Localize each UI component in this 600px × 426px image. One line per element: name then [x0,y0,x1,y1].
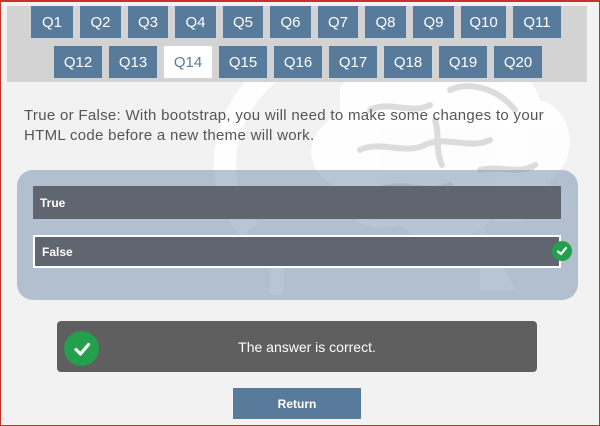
question-nav-q2[interactable]: Q2 [80,6,121,38]
question-nav-q8[interactable]: Q8 [365,6,406,38]
question-nav-row-2: Q12 Q13 Q14 Q15 Q16 Q17 Q18 Q19 Q20 [54,46,549,78]
question-nav-q13[interactable]: Q13 [109,46,157,78]
question-nav-q7[interactable]: Q7 [318,6,358,38]
question-nav-q17[interactable]: Q17 [329,46,377,78]
question-nav-q15[interactable]: Q15 [219,46,267,78]
check-circle-icon [64,331,99,366]
question-nav-q3[interactable]: Q3 [128,6,168,38]
question-nav-q5[interactable]: Q5 [223,6,263,38]
answer-option-false[interactable]: False [33,235,561,268]
question-nav-q4[interactable]: Q4 [175,6,216,38]
question-navigation: Q1 Q2 Q3 Q4 Q5 Q6 Q7 Q8 Q9 Q10 Q11 Q12 Q13 Q14 Q15 Q16… [7,6,587,82]
return-button[interactable]: Return [233,388,361,419]
question-nav-q1[interactable]: Q1 [31,6,73,38]
question-nav-q12[interactable]: Q12 [54,46,102,78]
question-nav-q18[interactable]: Q18 [384,46,432,78]
question-text: True or False: With bootstrap, you will … [24,107,544,144]
question-nav-q14[interactable]: Q14 [164,46,212,78]
question-nav-q19[interactable]: Q19 [439,46,487,78]
question-nav-q10[interactable]: Q10 [461,6,506,38]
answer-option-true[interactable]: True [33,186,561,219]
answer-options-panel: True False [17,170,578,300]
check-circle-icon [552,241,572,261]
feedback-message: The answer is correct. [238,338,376,355]
question-nav-q9[interactable]: Q9 [413,6,454,38]
question-nav-row-1: Q1 Q2 Q3 Q4 Q5 Q6 Q7 Q8 Q9 Q10 Q11 [31,6,568,38]
feedback-banner: The answer is correct. [57,321,537,372]
question-nav-q20[interactable]: Q20 [494,46,542,78]
question-nav-q16[interactable]: Q16 [274,46,322,78]
question-nav-q6[interactable]: Q6 [270,6,311,38]
question-nav-q11[interactable]: Q11 [513,6,561,38]
